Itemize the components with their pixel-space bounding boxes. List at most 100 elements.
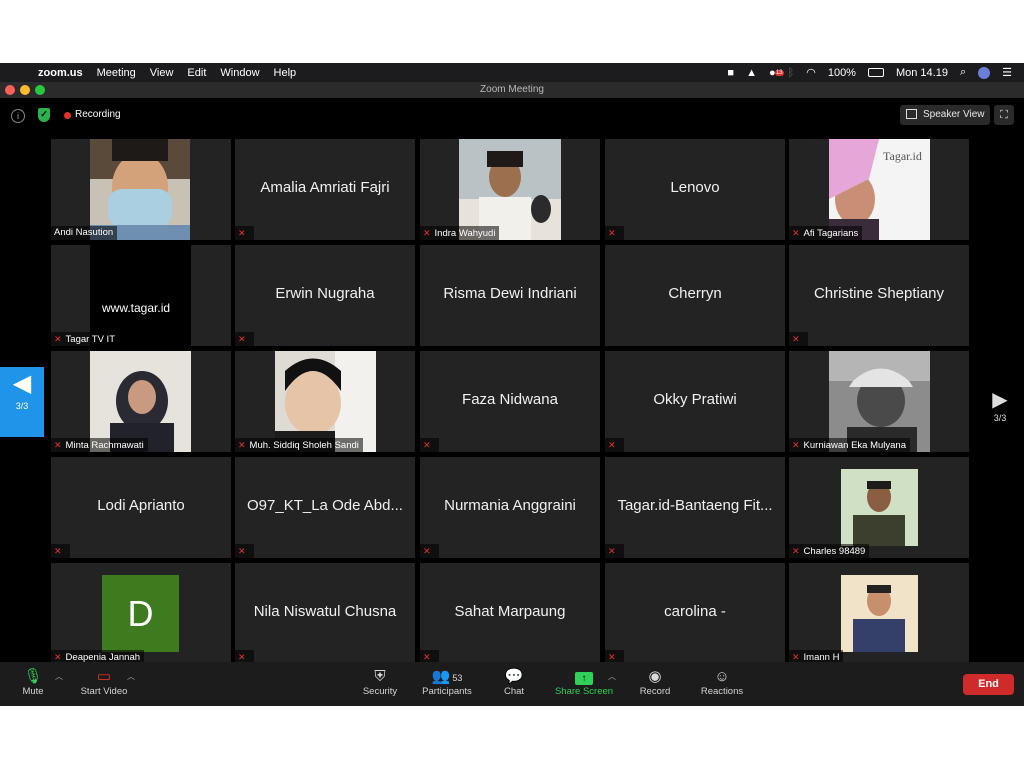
window-titlebar: Zoom Meeting xyxy=(0,82,1024,98)
muted-mic-icon: ✕ xyxy=(792,334,800,344)
participant-tile[interactable]: O97_KT_La Ode Abd... ✕ xyxy=(235,457,415,558)
user-avatar-icon[interactable] xyxy=(978,66,991,79)
muted-mic-icon: ✕ xyxy=(792,228,800,238)
participant-name: Sahat Marpaung xyxy=(454,603,566,620)
participant-tile[interactable]: Sahat Marpaung ✕ xyxy=(420,563,600,664)
menu-edit[interactable]: Edit xyxy=(187,67,206,79)
participant-video xyxy=(275,351,376,452)
participant-tile[interactable]: ✕ Indra Wahyudi xyxy=(420,139,600,240)
security-label: Security xyxy=(362,686,398,697)
participant-count: 53 xyxy=(452,673,463,683)
spotlight-search-icon[interactable]: ⌕ xyxy=(960,66,966,79)
info-icon[interactable]: i xyxy=(11,109,25,123)
chevron-up-icon[interactable]: ︿ xyxy=(608,671,616,682)
participant-video xyxy=(829,351,930,452)
participant-name: Nila Niswatul Chusna xyxy=(253,603,397,620)
zoom-meeting-window: Zoom Meeting i ✓ Recording Speaker View … xyxy=(0,82,1024,706)
participant-video xyxy=(90,351,191,452)
start-video-button[interactable]: ▭ Start Video xyxy=(76,668,132,697)
participant-tile[interactable]: Cherryn xyxy=(605,245,785,346)
participant-tile[interactable]: ✕ Minta Rachmawati xyxy=(51,351,231,452)
participant-tile[interactable]: D ✕ Deapenia Jannah xyxy=(51,563,231,664)
participant-name-label: Indra Wahyudi xyxy=(434,228,496,239)
security-button[interactable]: ⛨ Security xyxy=(360,668,400,697)
participant-tile[interactable]: Lenovo ✕ xyxy=(605,139,785,240)
participant-tile[interactable]: Erwin Nugraha ✕ xyxy=(235,245,415,346)
end-meeting-button[interactable]: End xyxy=(963,674,1014,695)
participant-name-label: Tagar TV IT xyxy=(65,334,115,345)
muted-mic-icon: ✕ xyxy=(423,228,431,238)
chevron-up-icon[interactable]: ︿ xyxy=(55,671,63,682)
start-video-label: Start Video xyxy=(80,686,128,697)
zoom-window-button[interactable] xyxy=(35,85,45,95)
menu-app-zoom[interactable]: zoom.us xyxy=(38,67,83,79)
zoom-status-icon[interactable]: ■ xyxy=(727,67,734,79)
participant-tile[interactable]: www.tagar.id ✕ Tagar TV IT xyxy=(51,245,231,346)
mute-button[interactable]: 🎙 Mute xyxy=(20,668,46,697)
participant-name-label: Afi Tagarians xyxy=(803,228,859,239)
close-window-button[interactable] xyxy=(5,85,15,95)
participant-name: Amalia Amriati Fajri xyxy=(260,179,390,196)
meeting-toolbar: 🎙 Mute ︿ ▭ Start Video ︿ ⛨ Security 👥 53 … xyxy=(0,662,1024,706)
participant-name: Tagar.id-Bantaeng Fit... xyxy=(617,497,773,514)
minimize-window-button[interactable] xyxy=(20,85,30,95)
reactions-button[interactable]: ☺ Reactions xyxy=(698,668,746,697)
wifi-icon[interactable]: ◠ xyxy=(806,66,816,79)
menu-window[interactable]: Window xyxy=(220,67,259,79)
participant-tile[interactable]: ✕ Muh. Siddiq Sholeh Sandi xyxy=(235,351,415,452)
participants-button[interactable]: 👥 53 Participants xyxy=(418,668,476,697)
muted-mic-icon: ✕ xyxy=(608,546,616,556)
participant-tile[interactable]: Lodi Aprianto ✕ xyxy=(51,457,231,558)
record-icon: ◉ xyxy=(648,668,662,685)
window-title: Zoom Meeting xyxy=(480,84,544,95)
mute-label: Mute xyxy=(22,686,44,697)
chevron-up-icon[interactable]: ︿ xyxy=(127,671,135,682)
participant-tile[interactable]: Tagar.id ✕ Afi Tagarians xyxy=(789,139,969,240)
recording-dot-icon xyxy=(64,112,71,119)
previous-page-button[interactable]: ◀ 3/3 xyxy=(0,367,44,437)
fullscreen-icon[interactable]: ⛶ xyxy=(994,105,1014,125)
menubar-clock[interactable]: Mon 14.19 xyxy=(896,67,948,79)
menu-meeting[interactable]: Meeting xyxy=(97,67,136,79)
battery-icon[interactable] xyxy=(867,68,884,77)
participant-name: Nurmania Anggraini xyxy=(444,497,576,514)
battery-percent: 100% xyxy=(827,66,856,79)
smiley-plus-icon: ☺ xyxy=(714,668,730,685)
muted-mic-icon: ✕ xyxy=(238,334,246,344)
control-center-icon[interactable]: ☰ xyxy=(1002,66,1012,79)
participant-tile[interactable]: Faza Nidwana ✕ xyxy=(420,351,600,452)
participant-tile[interactable]: ✕ Imann H xyxy=(789,563,969,664)
participant-tile[interactable]: Christine Sheptiany ✕ xyxy=(789,245,969,346)
participant-tile[interactable]: Tagar.id-Bantaeng Fit... ✕ xyxy=(605,457,785,558)
share-screen-button[interactable]: ↑ Share Screen xyxy=(552,668,616,697)
participant-tile[interactable]: Okky Pratiwi ✕ xyxy=(605,351,785,452)
encryption-shield-icon[interactable]: ✓ xyxy=(38,108,50,122)
muted-mic-icon: ✕ xyxy=(238,228,246,238)
participant-tile[interactable]: Nurmania Anggraini ✕ xyxy=(420,457,600,558)
participant-tile[interactable]: ✕ Kurniawan Eka Mulyana xyxy=(789,351,969,452)
chevron-left-icon: ◀ xyxy=(12,370,32,397)
menu-view[interactable]: View xyxy=(150,67,174,79)
record-button[interactable]: ◉ Record xyxy=(637,668,673,697)
tagar-watermark: Tagar.id xyxy=(883,149,922,163)
next-page-button[interactable]: ▶ 3/3 xyxy=(986,387,1014,427)
participant-tile[interactable]: carolina - ✕ xyxy=(605,563,785,664)
participant-name-label: Minta Rachmawati xyxy=(65,440,144,451)
menu-help[interactable]: Help xyxy=(274,67,297,79)
participant-tile[interactable]: Nila Niswatul Chusna ✕ xyxy=(235,563,415,664)
vlc-cone-icon[interactable]: ▲ xyxy=(746,67,757,79)
participant-tile[interactable]: ✕ Charles 98489 xyxy=(789,457,969,558)
recording-label: Recording xyxy=(75,109,121,120)
participant-tile[interactable]: Andi Nasution xyxy=(51,139,231,240)
participant-tile[interactable]: Risma Dewi Indriani xyxy=(420,245,600,346)
page-indicator-left: 3/3 xyxy=(15,401,29,411)
notification-icon[interactable]: ● 13 xyxy=(769,67,784,79)
bluetooth-icon[interactable]: ᛒ xyxy=(788,67,795,79)
chat-button[interactable]: 💬 Chat xyxy=(500,668,528,697)
reactions-label: Reactions xyxy=(700,686,744,697)
muted-mic-icon: ✕ xyxy=(54,440,62,450)
muted-mic-icon: ✕ xyxy=(608,440,616,450)
speaker-view-button[interactable]: Speaker View xyxy=(900,105,990,125)
muted-mic-icon: ✕ xyxy=(54,546,62,556)
participant-tile[interactable]: Amalia Amriati Fajri ✕ xyxy=(235,139,415,240)
